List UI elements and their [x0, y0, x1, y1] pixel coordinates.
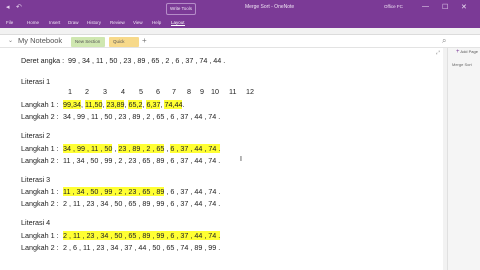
iteration-1-step-2: 34 , 99 , 11 , 50 , 23 , 89 , 2 , 65 , 6… — [63, 112, 221, 121]
back-icon[interactable]: ◂ — [6, 3, 10, 11]
step-label: Langkah 2 : — [21, 112, 59, 121]
index-label: 8 — [187, 87, 191, 96]
index-label: 5 — [139, 87, 143, 96]
unhighlighted-part: , 6 , 37 , 44 , 74 . — [164, 187, 221, 196]
step-label: Langkah 1 : — [21, 100, 59, 109]
highlighted-pair: 11,50 — [85, 100, 103, 109]
expand-icon[interactable]: ⤢ — [436, 50, 440, 56]
tab-home[interactable]: Home — [27, 20, 39, 25]
tab-file[interactable]: File — [6, 20, 13, 25]
ribbon-tabs: File Home Insert Draw History Review Vie… — [0, 18, 480, 28]
close-button[interactable]: ✕ — [461, 3, 467, 11]
separator: . — [182, 100, 185, 109]
command-bar — [0, 28, 480, 35]
highlighted-group: 6 , 37 , 44 , 74 . — [170, 144, 221, 153]
add-section-button[interactable]: + — [142, 36, 147, 45]
write-tools-context-tab: Write Tools — [166, 3, 196, 15]
highlighted-group: 34 , 99 , 11 , 50 — [63, 144, 113, 153]
tab-layout[interactable]: Layout — [171, 20, 185, 26]
index-label: 6 — [156, 87, 160, 96]
highlighted-pair: 6,37 — [146, 100, 161, 109]
step-label: Langkah 1 : — [21, 187, 59, 196]
step-label: Langkah 2 : — [21, 199, 59, 208]
index-label: 12 — [246, 87, 254, 96]
tab-insert[interactable]: Insert — [49, 20, 60, 25]
add-page-button[interactable]: + Add Page — [456, 48, 480, 56]
index-label: 4 — [121, 87, 125, 96]
page-item-merge-sort[interactable]: Merge Sort — [450, 61, 480, 69]
index-label: 1 — [68, 87, 72, 96]
pages-panel — [447, 48, 480, 270]
user-name[interactable]: Office FC — [384, 4, 403, 9]
deret-label: Deret angka : — [21, 56, 65, 65]
iteration-2-title: Literasi 2 — [21, 131, 51, 140]
highlighted-group: 2 , 11 , 23 , 34 , 50 , 65 , 89 , 99 , 6… — [63, 231, 221, 240]
tab-history[interactable]: History — [87, 20, 101, 25]
iteration-2-step-1: 34 , 99 , 11 , 50 , 23 , 89 , 2 , 65 , 6… — [63, 144, 221, 153]
index-label: 2 — [85, 87, 89, 96]
highlighted-pair: 99,34 — [63, 100, 81, 109]
iteration-4-title: Literasi 4 — [21, 218, 51, 227]
index-label: 11 — [229, 87, 237, 96]
step-label: Langkah 1 : — [21, 144, 59, 153]
maximize-button[interactable]: ☐ — [442, 3, 448, 11]
deret-values: 99 , 34 , 11 , 50 , 23 , 89 , 65 , 2 , 6… — [68, 56, 226, 65]
notebook-bar: ⌄ My Notebook New Section 1 Quick Notes … — [0, 35, 480, 54]
minimize-button[interactable]: — — [422, 3, 429, 10]
tab-view[interactable]: View — [133, 20, 143, 25]
notebook-caret-icon[interactable]: ⌄ — [8, 37, 13, 44]
iteration-3-step-2: 2 , 11 , 23 , 34 , 50 , 65 , 89 , 99 , 6… — [63, 199, 221, 208]
step-label: Langkah 2 : — [21, 243, 59, 252]
index-label: 3 — [103, 87, 107, 96]
add-page-label: Add Page — [460, 49, 478, 54]
iteration-4-step-1: 2 , 11 , 23 , 34 , 50 , 65 , 89 , 99 , 6… — [63, 231, 221, 240]
highlighted-pair: 23,89 — [106, 100, 125, 109]
iteration-1-title: Literasi 1 — [21, 77, 51, 86]
notebook-name[interactable]: My Notebook — [18, 36, 62, 45]
onenote-window: ◂ ↶ Write Tools Merge Sort - OneNote Off… — [0, 0, 480, 270]
index-label: 10 — [211, 87, 219, 96]
undo-icon[interactable]: ↶ — [16, 3, 22, 11]
highlighted-group: 11 , 34 , 50 , 99 , 2 , 23 , 65 , 89 — [63, 187, 165, 196]
text-cursor: I — [240, 156, 242, 163]
section-tab-new-section-1[interactable]: New Section 1 — [71, 37, 105, 54]
add-page-plus-icon: + — [456, 49, 460, 55]
iteration-1-step-1: 99,34, 11,50, 23,89, 65,2, 6,37, 74,44. — [63, 100, 184, 109]
title-bar: ◂ ↶ Write Tools Merge Sort - OneNote Off… — [0, 0, 480, 18]
step-label: Langkah 1 : — [21, 231, 59, 240]
search-icon[interactable]: ⌕ — [442, 36, 446, 46]
highlighted-pair: 74,44 — [164, 100, 183, 109]
tab-review[interactable]: Review — [110, 20, 125, 25]
highlighted-pair: 65,2 — [128, 100, 143, 109]
step-label: Langkah 2 : — [21, 156, 59, 165]
window-title: Merge Sort - OneNote — [245, 4, 295, 10]
iteration-3-title: Literasi 3 — [21, 175, 51, 184]
tab-help[interactable]: Help — [152, 20, 161, 25]
highlighted-group: 23 , 89 , 2 , 65 — [118, 144, 165, 153]
index-label: 7 — [172, 87, 176, 96]
section-tab-quick-notes[interactable]: Quick Notes — [109, 37, 139, 54]
iteration-2-step-2: 11 , 34 , 50 , 99 , 2 , 23 , 65 , 89 , 6… — [63, 156, 221, 165]
iteration-3-step-1: 11 , 34 , 50 , 99 , 2 , 23 , 65 , 89 , 6… — [63, 187, 220, 196]
index-label: 9 — [200, 87, 204, 96]
tab-draw[interactable]: Draw — [68, 20, 79, 25]
iteration-4-step-2: 2 , 6 , 11 , 23 , 34 , 37 , 44 , 50 , 65… — [63, 243, 221, 252]
